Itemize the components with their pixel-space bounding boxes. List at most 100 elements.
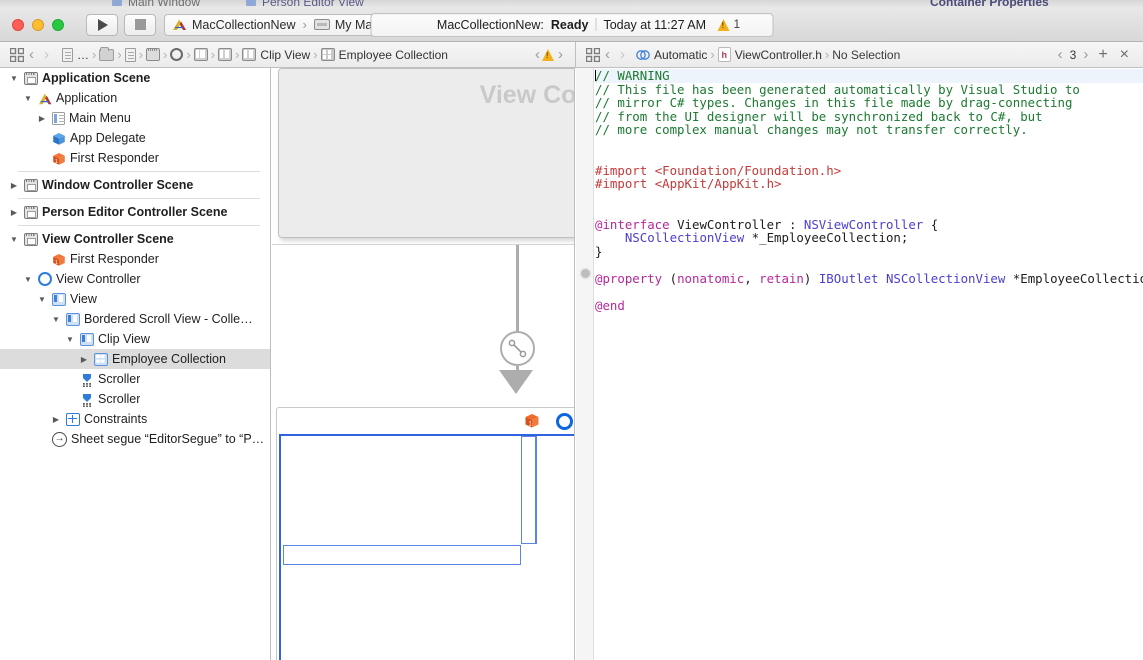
editor-forward-button[interactable]: ›: [615, 46, 630, 63]
interface-builder-canvas[interactable]: View Contro 1: [272, 68, 575, 660]
breadcrumb-clip-view[interactable]: Clip View: [242, 48, 310, 62]
source-code-editor[interactable]: // WARNING// This file has been generate…: [576, 68, 1143, 660]
editor-back-button[interactable]: ‹: [600, 46, 615, 63]
view-controller-icon-dock[interactable]: [556, 413, 573, 430]
outline-row-main-menu[interactable]: ▶Main Menu: [0, 108, 270, 128]
activity-status-bar[interactable]: MacCollectionNew: Ready Today at 11:27 A…: [370, 13, 773, 37]
code-text-area[interactable]: // WARNING// This file has been generate…: [595, 68, 1143, 312]
code-token: (: [662, 271, 677, 286]
segue-connection-icon[interactable]: [500, 331, 535, 366]
code-token: ): [804, 271, 819, 286]
related-items-icon[interactable]: [10, 48, 24, 62]
editor-gutter: [576, 68, 594, 660]
next-issue-button[interactable]: ›: [554, 46, 568, 63]
disclosure-triangle-closed[interactable]: ▶: [78, 355, 90, 364]
breadcrumb-sep-2: ›: [117, 47, 121, 62]
status-warning-group[interactable]: 1: [718, 19, 740, 31]
run-button[interactable]: [86, 14, 118, 36]
view-controller-scene-card[interactable]: View Contro: [278, 68, 575, 238]
breadcrumb-document[interactable]: …: [62, 48, 89, 62]
assistant-mode-selector[interactable]: Automatic: [636, 48, 707, 62]
scheme-selector[interactable]: MacCollectionNew › My Mac: [164, 14, 390, 36]
jump-bar-warning-icon[interactable]: [542, 49, 554, 61]
scene-dock: 1: [277, 408, 575, 434]
code-token: *EmployeeCollection;: [1005, 271, 1143, 286]
add-editor-button[interactable]: +: [1093, 47, 1112, 63]
scroller-icon: [80, 393, 94, 406]
outline-row-scroller[interactable]: Scroller: [0, 369, 270, 389]
window-controls: [12, 19, 64, 31]
outline-row-bordered-scroll-view-colle[interactable]: ▼Bordered Scroll View - Colle…: [0, 309, 270, 329]
disclosure-triangle-closed[interactable]: ▶: [36, 114, 48, 123]
outlet-connection-indicator[interactable]: [581, 269, 590, 278]
breadcrumb-folder[interactable]: [99, 49, 114, 61]
counter-next-button[interactable]: ›: [1080, 46, 1091, 63]
outline-row-label: Person Editor Controller Scene: [42, 205, 227, 219]
breadcrumb-employee-collection[interactable]: Employee Collection: [321, 48, 448, 62]
disclosure-triangle-open[interactable]: ▼: [8, 235, 20, 244]
disclosure-triangle-open[interactable]: ▼: [50, 315, 62, 324]
outline-row-window-controller-scene[interactable]: ▶Window Controller Scene: [0, 175, 270, 195]
disclosure-triangle-closed[interactable]: ▶: [8, 208, 20, 217]
editor-file-crumb[interactable]: h ViewController.h: [718, 47, 822, 62]
outline-row-first-responder[interactable]: 1First Responder: [0, 148, 270, 168]
outline-row-view-controller[interactable]: ▼View Controller: [0, 269, 270, 289]
first-responder-icon[interactable]: 1: [524, 413, 540, 429]
breadcrumb-view[interactable]: [194, 48, 208, 61]
breadcrumb-scene[interactable]: [146, 48, 160, 61]
outline-row-employee-collection[interactable]: ▶ Employee Collection: [0, 349, 270, 369]
stop-button[interactable]: [124, 14, 156, 36]
disclosure-triangle-open[interactable]: ▼: [22, 94, 34, 103]
code-token: {: [923, 217, 938, 232]
collection-scene-card[interactable]: 1: [276, 407, 575, 660]
breadcrumb-view-controller[interactable]: [170, 48, 183, 61]
outline-row-clip-view[interactable]: ▼Clip View: [0, 329, 270, 349]
disclosure-triangle-open[interactable]: ▼: [8, 74, 20, 83]
navigate-back-button[interactable]: ‹: [24, 46, 39, 63]
document-outline-navigator[interactable]: ▼Application Scene▼Application▶Main Menu…: [0, 68, 271, 660]
close-window-button[interactable]: [12, 19, 24, 31]
zoom-window-button[interactable]: [52, 19, 64, 31]
outline-row-scroller[interactable]: Scroller: [0, 389, 270, 409]
outline-row-application[interactable]: ▼Application: [0, 88, 270, 108]
disclosure-triangle-open[interactable]: ▼: [36, 295, 48, 304]
disclosure-triangle-closed[interactable]: ▶: [50, 415, 62, 424]
outline-row-constraints[interactable]: ▶Constraints: [0, 409, 270, 429]
editor-selection-label: No Selection: [832, 48, 900, 62]
outline-row-label: Employee Collection: [112, 352, 226, 366]
code-token: <AppKit/AppKit.h>: [655, 176, 782, 191]
breadcrumb-scroll-view[interactable]: [218, 48, 232, 61]
code-token: @end: [595, 298, 625, 313]
outline-row-app-delegate[interactable]: App Delegate: [0, 128, 270, 148]
outline-row-view[interactable]: ▼View: [0, 289, 270, 309]
disclosure-triangle-open[interactable]: ▼: [22, 275, 34, 284]
disclosure-triangle-open[interactable]: ▼: [64, 335, 76, 344]
counter-prev-button[interactable]: ‹: [1055, 46, 1066, 63]
navigate-forward-button[interactable]: ›: [39, 46, 54, 63]
code-line: @end: [595, 299, 1143, 313]
previous-issue-button[interactable]: ‹: [530, 46, 542, 63]
outline-row-person-editor-controller-scene[interactable]: ▶ Person Editor Controller Scene: [0, 202, 270, 222]
segue-icon: [52, 432, 67, 447]
minimize-window-button[interactable]: [32, 19, 44, 31]
scheme-separator: ›: [303, 17, 307, 32]
clip-view-icon: [242, 48, 256, 61]
background-window-icon: [112, 0, 122, 6]
breadcrumb-storyboard[interactable]: [125, 48, 136, 62]
code-token: retain: [759, 271, 804, 286]
scene-icon: [24, 233, 38, 246]
code-token: NSCollectionView: [625, 230, 744, 245]
code-editor-jump-bar: ‹ › Automatic › h ViewController.h › No …: [575, 42, 1143, 68]
outline-row-first-responder[interactable]: 1First Responder: [0, 249, 270, 269]
outline-row-view-controller-scene[interactable]: ▼View Controller Scene: [0, 229, 270, 249]
outline-row-sheet-segue-editorsegue-to-pe[interactable]: Sheet segue “EditorSegue” to “Pe…: [0, 429, 270, 449]
outline-row-label: App Delegate: [70, 131, 146, 145]
outline-row-application-scene[interactable]: ▼Application Scene: [0, 68, 270, 88]
employee-collection-selected-view[interactable]: [279, 434, 575, 660]
disclosure-triangle-closed[interactable]: ▶: [8, 181, 20, 190]
close-editor-button[interactable]: ×: [1115, 47, 1134, 63]
editor-selection-crumb[interactable]: No Selection: [832, 48, 900, 62]
code-line: }: [595, 245, 1143, 259]
related-items-icon-editor[interactable]: [586, 48, 600, 62]
view-controller-icon: [38, 272, 52, 286]
